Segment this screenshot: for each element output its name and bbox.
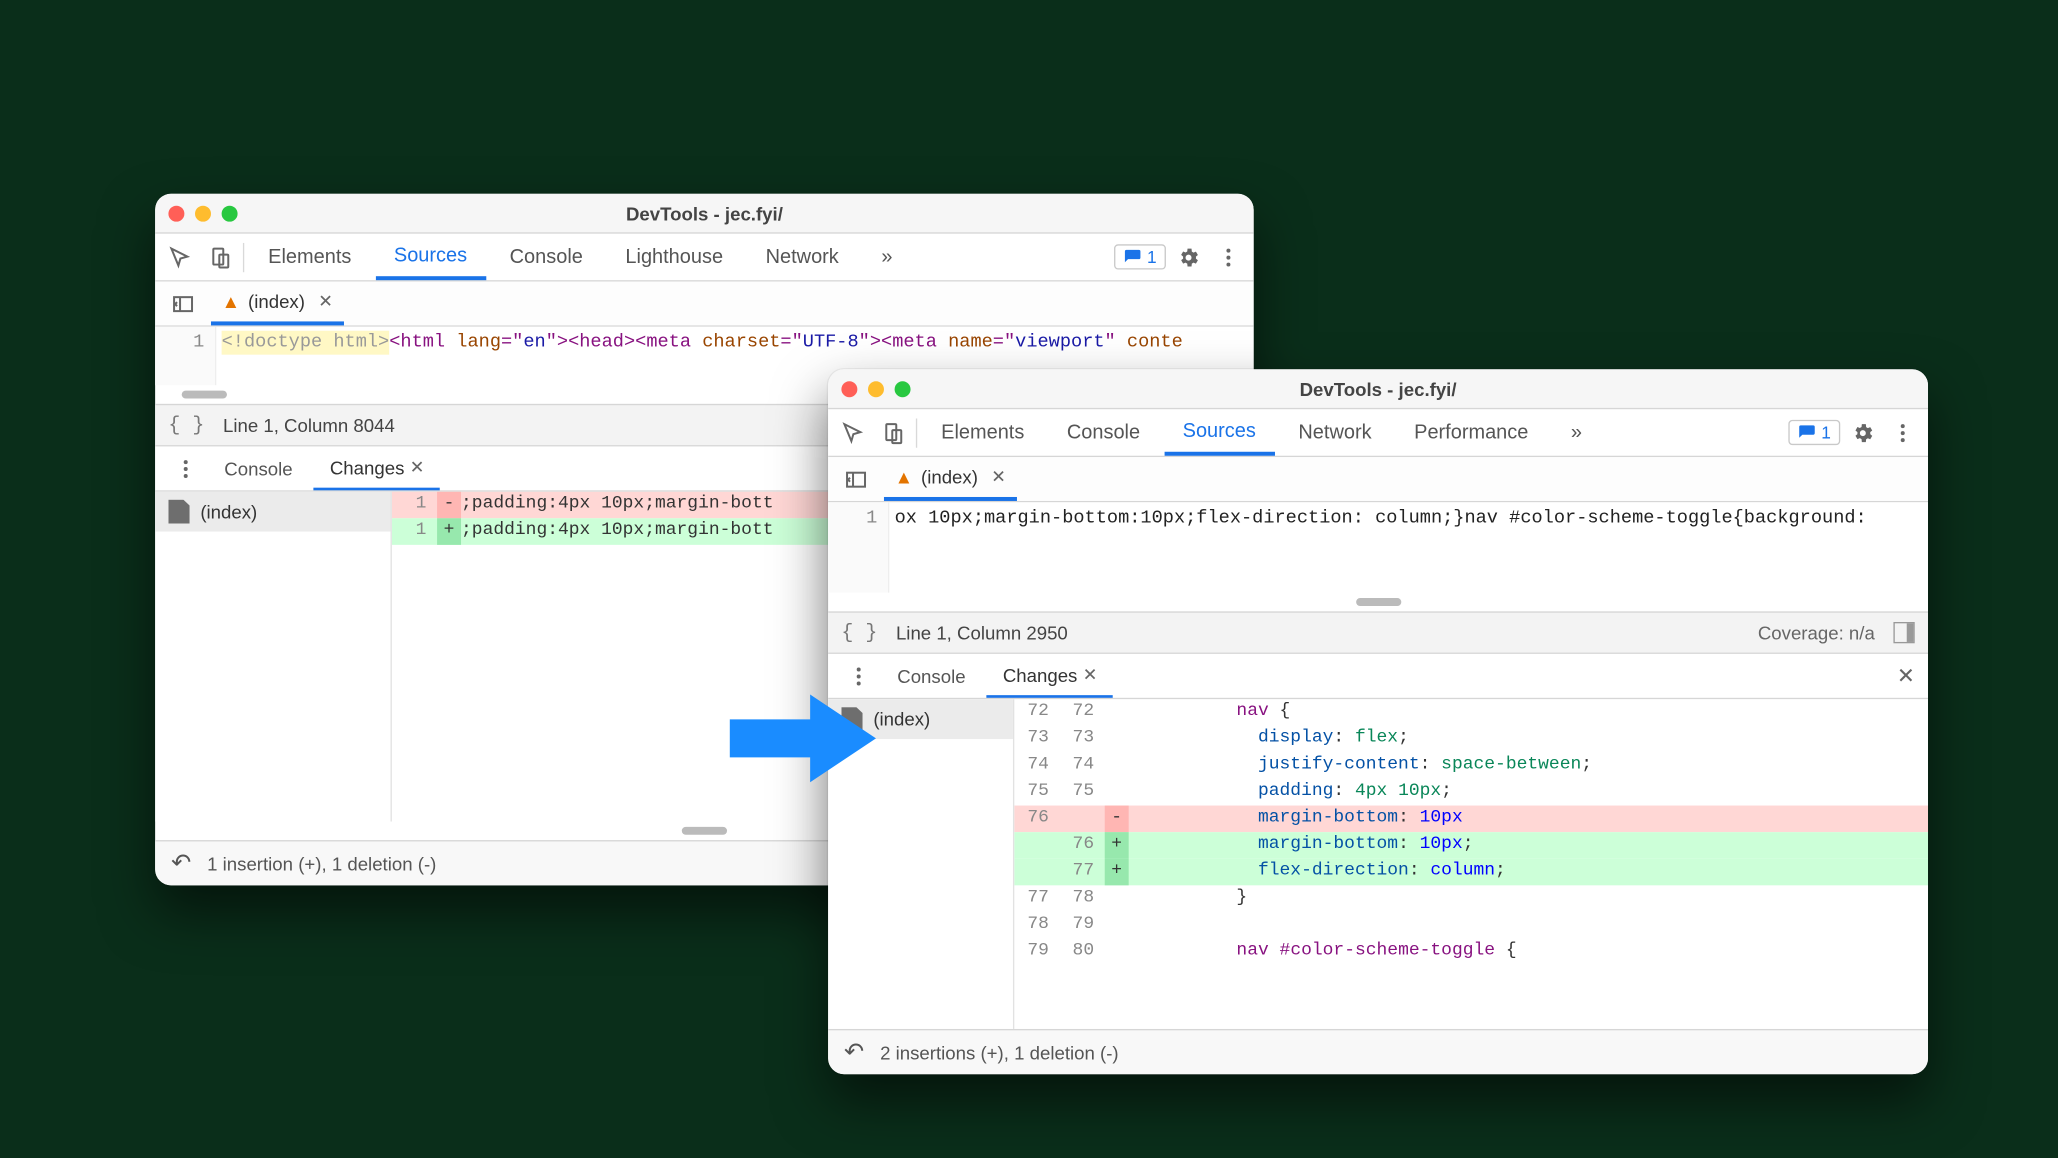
titlebar: DevTools - jec.fyi/ [155,194,1254,234]
file-icon [168,500,189,524]
window-title: DevTools - jec.fyi/ [626,202,783,223]
tab-sources[interactable]: Sources [375,234,485,281]
cursor-position: Line 1, Column 2950 [896,622,1068,643]
close-icon[interactable] [168,205,184,221]
revert-icon[interactable]: ↶ [171,849,191,877]
changes-summary: 2 insertions (+), 1 deletion (-) [880,1042,1119,1063]
tab-elements[interactable]: Elements [250,234,370,281]
changes-footer: ↶ 2 insertions (+), 1 deletion (-) [828,1029,1928,1074]
revert-icon[interactable]: ↶ [844,1038,864,1066]
drawer-tab-changes[interactable]: Changes✕ [314,446,440,490]
tab-console[interactable]: Console [491,234,601,281]
pretty-print-icon[interactable]: { } [168,414,204,437]
tab-elements[interactable]: Elements [923,409,1043,456]
changes-summary: 1 insertion (+), 1 deletion (-) [207,853,436,874]
traffic-lights [841,381,910,397]
gear-icon[interactable] [1171,245,1206,269]
more-icon[interactable] [1211,245,1246,269]
issues-badge[interactable]: 1 [1114,244,1166,269]
diff-row: 7373 display: flex; [1014,726,1928,753]
main-tabbar: ElementsSourcesConsoleLighthouseNetwork … [155,234,1254,282]
warning-icon: ▲ [895,466,913,487]
file-tab-label: (index) [248,291,305,312]
device-toggle-icon[interactable] [203,245,238,269]
issues-count: 1 [1147,247,1157,267]
scrollbar[interactable] [828,593,1928,612]
line-number: 1 [828,502,889,592]
navigator-toggle-icon[interactable] [166,291,201,315]
device-toggle-icon[interactable] [876,421,911,445]
separator [243,242,244,271]
overflow-tabs[interactable]: » [1552,409,1600,456]
close-tab-icon[interactable]: ✕ [1077,664,1097,685]
issues-badge[interactable]: 1 [1788,420,1840,445]
file-tab-label: (index) [921,466,978,487]
drawer-tab-changes[interactable]: Changes✕ [987,654,1113,698]
zoom-icon[interactable] [895,381,911,397]
close-tab-icon[interactable]: ✕ [986,466,1006,487]
diff-row: 77+ flex-direction: column; [1014,859,1928,886]
traffic-lights [168,205,237,221]
diff-row: 7474 justify-content: space-between; [1014,752,1928,779]
tab-lighthouse[interactable]: Lighthouse [607,234,742,281]
more-icon[interactable] [1885,421,1920,445]
drawer-tab-console[interactable]: Console [881,654,981,698]
close-tab-icon[interactable]: ✕ [404,456,424,477]
diff-row: 7879 [1014,912,1928,939]
titlebar: DevTools - jec.fyi/ [828,369,1928,409]
gear-icon[interactable] [1846,421,1881,445]
changed-files-list: (index) [155,492,392,822]
changed-file-item[interactable]: (index) [155,492,390,532]
coverage-label: Coverage: n/a [1758,622,1875,643]
drawer-more-icon[interactable] [168,456,203,480]
tab-network[interactable]: Network [747,234,857,281]
diff-row: 7575 padding: 4px 10px; [1014,779,1928,806]
close-icon[interactable] [841,381,857,397]
pretty-print-icon[interactable]: { } [841,621,877,644]
minimize-icon[interactable] [195,205,211,221]
issues-count: 1 [1821,423,1831,443]
changes-panel: (index) 7272 nav {7373 display: flex;747… [828,699,1928,1029]
navigator-toggle-icon[interactable] [839,467,874,491]
changed-file-name: (index) [200,501,257,522]
file-tabs: ▲ (index) ✕ [828,457,1928,502]
tab-performance[interactable]: Performance [1396,409,1547,456]
inspect-icon[interactable] [836,421,871,445]
zoom-icon[interactable] [222,205,238,221]
line-number: 1 [155,327,216,386]
sidebar-toggle-icon[interactable] [1893,622,1914,643]
code-line: ox 10px;margin-bottom:10px;flex-directio… [889,502,1928,592]
changed-file-name: (index) [873,708,930,729]
drawer-close-icon[interactable]: ✕ [1897,663,1915,690]
file-tab-index[interactable]: ▲ (index) ✕ [884,457,1016,501]
tab-sources[interactable]: Sources [1164,409,1274,456]
close-tab-icon[interactable]: ✕ [313,291,333,312]
minimize-icon[interactable] [868,381,884,397]
source-editor[interactable]: 1 ox 10px;margin-bottom:10px;flex-direct… [828,502,1928,592]
drawer-tabbar: ConsoleChanges✕ ✕ [828,654,1928,699]
file-tab-index[interactable]: ▲ (index) ✕ [211,282,343,326]
diff-row: 76- margin-bottom: 10px [1014,806,1928,833]
diff-row: 7980 nav #color-scheme-toggle { [1014,939,1928,966]
separator [916,418,917,447]
cursor-position: Line 1, Column 8044 [223,415,395,436]
devtools-window-after: DevTools - jec.fyi/ ElementsConsoleSourc… [828,369,1928,1074]
inspect-icon[interactable] [163,245,198,269]
tab-console[interactable]: Console [1048,409,1158,456]
diff-view[interactable]: 7272 nav {7373 display: flex;7474 justif… [1014,699,1928,1029]
tab-network[interactable]: Network [1280,409,1390,456]
status-bar: { } Line 1, Column 2950 Coverage: n/a [828,611,1928,654]
window-title: DevTools - jec.fyi/ [1300,378,1457,399]
diff-row: 7778 } [1014,885,1928,912]
overflow-tabs[interactable]: » [863,234,911,281]
warning-icon: ▲ [222,291,240,312]
drawer-tab-console[interactable]: Console [208,446,308,490]
diff-row: 76+ margin-bottom: 10px; [1014,832,1928,859]
arrow-icon [730,682,876,803]
main-tabbar: ElementsConsoleSourcesNetworkPerformance… [828,409,1928,457]
diff-row: 7272 nav { [1014,699,1928,726]
file-tabs: ▲ (index) ✕ [155,282,1254,327]
